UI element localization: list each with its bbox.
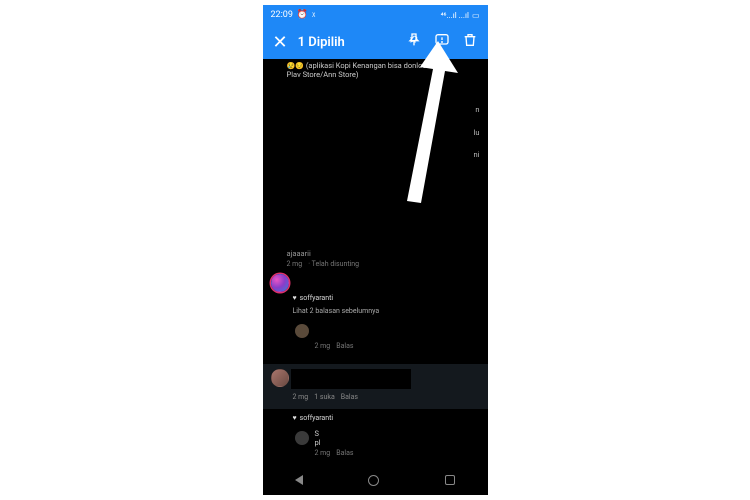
- comment-text-line2: Plav Store/Ann Store): [287, 70, 359, 79]
- avatar[interactable]: [271, 369, 289, 387]
- status-time: 22:09: [271, 10, 293, 20]
- pin-icon[interactable]: [406, 32, 422, 52]
- liked-by[interactable]: ♥ soffyaranti: [293, 294, 334, 302]
- comment-text: ajaaarii: [287, 249, 360, 258]
- edited-label: · Telah disunting: [308, 260, 359, 268]
- report-icon[interactable]: [434, 32, 450, 52]
- reply-meta: 2 mg Balas: [315, 342, 354, 350]
- selection-count-label: 1 Dipilih: [298, 35, 406, 50]
- reply-action[interactable]: Balas: [341, 393, 358, 401]
- liker-username: soffyaranti: [300, 414, 333, 422]
- recents-button[interactable]: [445, 475, 455, 485]
- battery-icon: ▭: [472, 11, 480, 20]
- view-replies-link[interactable]: Lihat 2 balasan sebelumnya: [293, 307, 380, 315]
- comment-age: 2 mg: [293, 393, 309, 401]
- selection-toolbar: ✕ 1 Dipilih: [263, 25, 488, 59]
- phone-frame: 22:09 ⏰ ᵡ ⁴⁶...ıl ...ıl ▭ ✕ 1 Dipilih 😢😔: [263, 5, 488, 495]
- avatar[interactable]: [295, 324, 309, 338]
- fragment: n: [474, 99, 480, 122]
- selected-meta: 2 mg 1 suka Balas: [293, 393, 359, 401]
- heart-icon: ♥: [293, 294, 297, 302]
- redacted-text: [291, 369, 411, 389]
- comments-area[interactable]: 😢😔 (aplikasi Kopi Kenangan bisa donlod P…: [263, 59, 488, 465]
- status-bar: 22:09 ⏰ ᵡ ⁴⁶...ıl ...ıl ▭: [263, 5, 488, 25]
- liked-by[interactable]: ♥ soffyaranti: [293, 414, 334, 422]
- delete-icon[interactable]: [462, 32, 478, 52]
- activity-icon: ᵡ: [312, 10, 315, 21]
- reply-action[interactable]: Balas: [336, 449, 353, 457]
- android-nav-bar: [263, 465, 488, 495]
- home-button[interactable]: [368, 475, 379, 486]
- like-count[interactable]: 1 suka: [314, 393, 335, 401]
- signal-icon: ⁴⁶...ıl ...ıl: [441, 11, 469, 20]
- back-button[interactable]: [295, 475, 303, 485]
- close-icon[interactable]: ✕: [273, 32, 288, 53]
- fragment: ni: [474, 144, 480, 167]
- comment-item[interactable]: ajaaarii 2 mg · Telah disunting: [287, 249, 360, 268]
- right-edge-text: n lu ni: [474, 99, 480, 167]
- emoji-prefix: 😢😔: [287, 62, 304, 70]
- reply-age: 2 mg: [315, 449, 331, 457]
- alarm-icon: ⏰: [297, 10, 308, 20]
- comment-age: 2 mg: [287, 260, 303, 268]
- reply-meta: 2 mg Balas: [315, 449, 354, 457]
- reply-line: S: [315, 429, 319, 438]
- comment-text-line1: (aplikasi Kopi Kenangan bisa donlod: [306, 61, 427, 70]
- truncated-comment: 😢😔 (aplikasi Kopi Kenangan bisa donlod P…: [263, 59, 488, 85]
- reply-action[interactable]: Balas: [336, 342, 353, 350]
- avatar[interactable]: [295, 431, 309, 445]
- avatar[interactable]: [271, 274, 289, 292]
- reply-line: pl: [315, 438, 321, 447]
- liker-username: soffyaranti: [300, 294, 333, 302]
- heart-icon: ♥: [293, 414, 297, 422]
- reply-age: 2 mg: [315, 342, 331, 350]
- reply-text: S pl: [315, 429, 321, 447]
- fragment: lu: [474, 122, 480, 145]
